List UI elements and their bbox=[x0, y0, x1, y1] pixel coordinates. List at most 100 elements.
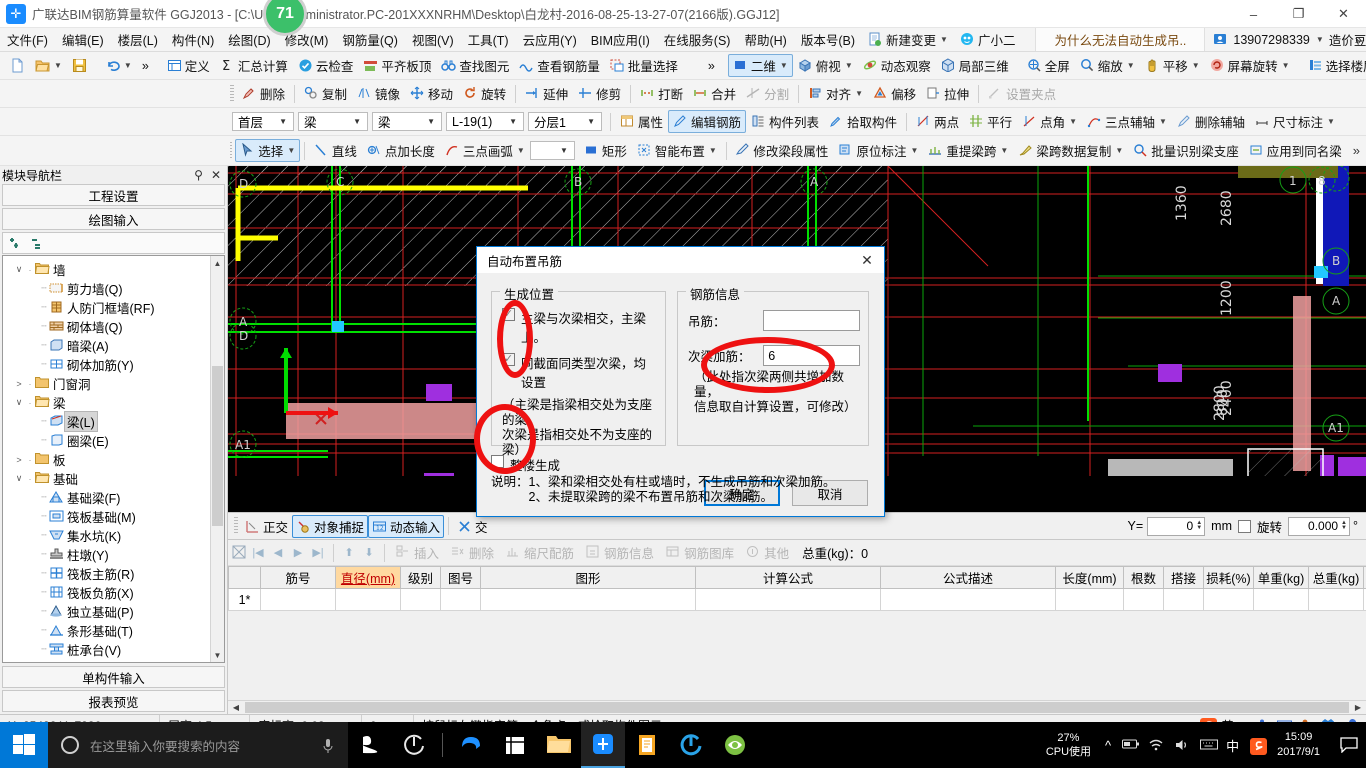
intersection-snap-toggle[interactable]: 交 bbox=[453, 515, 492, 538]
tree-item-brickreinforce-icon[interactable]: ┄ 砌体加筋(Y) bbox=[9, 355, 210, 374]
mirror-button[interactable]: 镜像 bbox=[352, 82, 405, 105]
spinner-icon[interactable]: ▲ ▼ bbox=[1341, 520, 1347, 531]
scroll-right-icon[interactable]: ▶ bbox=[1350, 703, 1366, 712]
taskbar-browser[interactable] bbox=[713, 722, 757, 768]
cell-formula-desc[interactable] bbox=[880, 588, 1056, 611]
hscroll-thumb[interactable] bbox=[245, 702, 1349, 713]
cell-rebar-no[interactable] bbox=[260, 588, 336, 611]
menu-file[interactable]: 文件(F) bbox=[0, 27, 55, 52]
chevron-down-icon[interactable]: ▼ bbox=[275, 117, 291, 126]
tree-item-capbeam-icon[interactable]: ┄承台梁(F) bbox=[9, 659, 210, 662]
chevron-down-icon[interactable]: ▼ bbox=[1192, 61, 1200, 70]
chevron-down-icon[interactable]: ▼ bbox=[910, 146, 918, 155]
layer-combo[interactable]: 分层1 ▼ bbox=[528, 112, 602, 131]
chevron-down-icon[interactable]: ▼ bbox=[1282, 61, 1290, 70]
menu-view[interactable]: 视图(V) bbox=[405, 27, 461, 52]
move-up-button[interactable]: ⬆ bbox=[340, 546, 358, 559]
sogou-icon[interactable] bbox=[1250, 737, 1268, 755]
delete-button[interactable]: 删除 bbox=[237, 82, 290, 105]
toolbar-overflow-mid[interactable]: » bbox=[703, 57, 720, 75]
taskbar-search[interactable]: 在这里输入你要搜索的内容 bbox=[48, 722, 348, 768]
object-snap-toggle[interactable]: 对象捕捉 bbox=[292, 514, 369, 538]
first-record-button[interactable]: |◀ bbox=[249, 546, 267, 559]
cloud-check-button[interactable]: 云检查 bbox=[293, 54, 359, 77]
local-3d-button[interactable]: 局部三维 bbox=[936, 54, 1014, 77]
cell-loss[interactable] bbox=[1203, 588, 1254, 611]
tree-item-folder-open-icon[interactable]: ∨ · 墙 bbox=[9, 260, 210, 279]
th-count[interactable]: 根数 bbox=[1123, 566, 1164, 589]
expander-closed-icon[interactable]: > bbox=[13, 455, 25, 465]
chevron-down-icon[interactable]: ▼ bbox=[505, 117, 521, 126]
tree-item-beam-icon[interactable]: ┄ 梁(L) bbox=[9, 411, 210, 432]
th-rownum[interactable] bbox=[228, 566, 261, 589]
tree-item-pilecap-icon[interactable]: ┄ 桩承台(V) bbox=[9, 640, 210, 659]
th-formula-desc[interactable]: 公式描述 bbox=[880, 566, 1056, 589]
point-length-button[interactable]: 点加长度 bbox=[362, 139, 440, 162]
account-area[interactable]: 13907298339 ▼ 造价豆:0 bbox=[1205, 30, 1366, 49]
menu-cloud[interactable]: 云应用(Y) bbox=[516, 27, 584, 52]
rectangle-tool-button[interactable]: 矩形 bbox=[579, 139, 632, 162]
summary-calc-button[interactable]: Σ 汇总计算 bbox=[215, 54, 293, 77]
break-button[interactable]: 打断 bbox=[635, 82, 688, 105]
th-lap[interactable]: 搭接 bbox=[1163, 566, 1204, 589]
cell-shape[interactable] bbox=[480, 588, 696, 611]
toolbar-draw-overflow[interactable]: » bbox=[1347, 143, 1366, 158]
split-button[interactable]: 分割 bbox=[741, 82, 794, 105]
save-file-button[interactable] bbox=[67, 56, 92, 75]
move-button[interactable]: 移动 bbox=[405, 82, 458, 105]
chevron-down-icon[interactable]: ▼ bbox=[423, 117, 439, 126]
wifi-icon[interactable] bbox=[1148, 738, 1163, 753]
line-tool-button[interactable]: 直线 bbox=[309, 139, 362, 162]
last-record-button[interactable]: ▶| bbox=[309, 546, 327, 559]
close-button[interactable]: ✕ bbox=[1321, 0, 1366, 28]
pan-button[interactable]: 平移 ▼ bbox=[1140, 54, 1205, 77]
tree-item-stripfoundation-icon[interactable]: ┄ 条形基础(T) bbox=[9, 621, 210, 640]
tree-item-columnpier-icon[interactable]: ┄ 柱墩(Y) bbox=[9, 545, 210, 564]
tree-scrollbar[interactable]: ▲ ▼ bbox=[210, 256, 224, 662]
tree-item-isolatedfoundation-icon[interactable]: ┄ 独立基础(P) bbox=[9, 602, 210, 621]
table-row[interactable]: 1* bbox=[228, 588, 1366, 611]
view-2d-button[interactable]: 二维 ▼ bbox=[727, 54, 793, 77]
th-grade[interactable]: 级别 bbox=[400, 566, 441, 589]
chevron-down-icon[interactable]: ▼ bbox=[1327, 117, 1335, 126]
notification-icon[interactable] bbox=[1332, 737, 1366, 753]
insert-row-button[interactable]: 插入 bbox=[391, 541, 444, 564]
start-button[interactable] bbox=[0, 722, 48, 768]
cell-count[interactable] bbox=[1123, 588, 1164, 611]
edit-beam-segment-button[interactable]: 修改梁段属性 bbox=[730, 139, 833, 162]
chevron-down-icon[interactable]: ▼ bbox=[1159, 117, 1167, 126]
rotate-checkbox[interactable] bbox=[1237, 519, 1251, 533]
dynamic-observe-button[interactable]: 动态观察 bbox=[858, 54, 936, 77]
zoom-button[interactable]: 缩放 ▼ bbox=[1075, 54, 1140, 77]
mic-icon[interactable] bbox=[321, 738, 336, 753]
taskbar-sogou-pinyin[interactable] bbox=[348, 722, 392, 768]
tree-item-sumppit-icon[interactable]: ┄ 集水坑(K) bbox=[9, 526, 210, 545]
taskbar-explorer[interactable] bbox=[537, 722, 581, 768]
th-rebar-no[interactable]: 筋号 bbox=[260, 566, 336, 589]
taskbar-store[interactable] bbox=[493, 722, 537, 768]
taskbar-glodon[interactable] bbox=[581, 722, 625, 768]
cell-diameter[interactable] bbox=[335, 588, 401, 611]
new-file-button[interactable] bbox=[5, 56, 30, 75]
single-component-input-bar[interactable]: 单构件输入 bbox=[2, 666, 225, 688]
chevron-down-icon[interactable]: ▼ bbox=[1115, 146, 1123, 155]
merge-button[interactable]: 合并 bbox=[688, 82, 741, 105]
snapbar-grip[interactable] bbox=[234, 517, 238, 535]
select-tool-button[interactable]: 选择 ▼ bbox=[235, 139, 301, 162]
taskbar-notes[interactable] bbox=[625, 722, 669, 768]
chevron-down-icon[interactable]: ▼ bbox=[583, 117, 599, 126]
tree-item-hiddenbeam-icon[interactable]: ┄ 暗梁(A) bbox=[9, 336, 210, 355]
th-shape[interactable]: 图形 bbox=[480, 566, 696, 589]
secondary-beam-bar-input[interactable]: 6 bbox=[763, 345, 860, 366]
cell-unit-weight[interactable] bbox=[1253, 588, 1309, 611]
th-figure-no[interactable]: 图号 bbox=[440, 566, 481, 589]
chevron-down-icon[interactable]: ▼ bbox=[855, 89, 863, 98]
y-offset-input[interactable]: 0 ▲ ▼ bbox=[1147, 516, 1206, 536]
taskbar-guanjia[interactable] bbox=[669, 722, 713, 768]
menu-floor[interactable]: 楼层(L) bbox=[111, 27, 165, 52]
fullscreen-button[interactable]: 全屏 bbox=[1022, 54, 1075, 77]
delete-row-button[interactable]: 删除 bbox=[446, 541, 499, 564]
batch-identify-support-button[interactable]: 批量识别梁支座 bbox=[1128, 139, 1244, 162]
checkbox-same-section-type[interactable]: 同截面同类型次梁，均设置 bbox=[502, 353, 657, 391]
apply-same-name-beam-button[interactable]: 应用到同名梁 bbox=[1244, 139, 1347, 162]
